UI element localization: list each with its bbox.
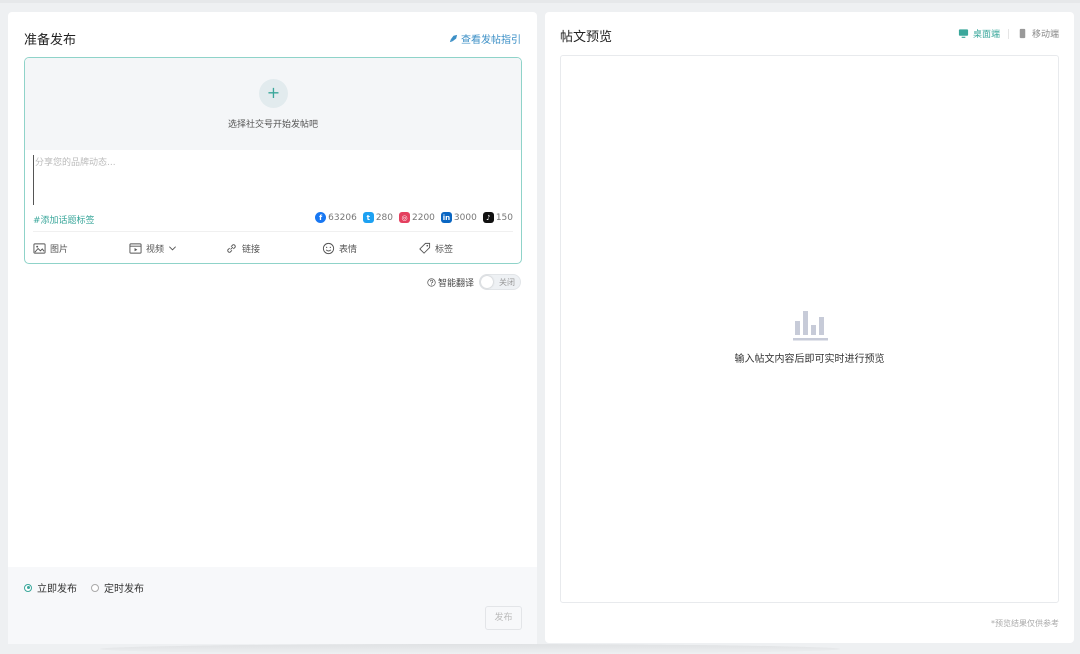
- limit-value: 280: [375, 212, 393, 223]
- smart-translate-toggle[interactable]: 关闭: [479, 274, 521, 290]
- preview-empty-text: 输入帖文内容后即可实时进行预览: [734, 354, 885, 365]
- publish-button[interactable]: 发布: [485, 606, 522, 630]
- help-circle-icon[interactable]: [427, 277, 436, 287]
- link-tool-button[interactable]: 链接: [225, 238, 260, 258]
- toggle-state: 关闭: [499, 278, 515, 287]
- phone-icon: [1019, 28, 1026, 39]
- device-tabs: 桌面端 移动端: [958, 27, 1059, 40]
- composer-toolbar: 图片 视频 链接 表情 标签: [25, 238, 521, 258]
- tag-icon: [419, 242, 431, 254]
- posting-guide-link[interactable]: 查看发帖指引: [449, 31, 521, 46]
- link-icon: [227, 243, 236, 253]
- limit-linkedin: in 3000: [440, 212, 477, 223]
- radio-indicator: [24, 583, 32, 592]
- tab-separator: [1007, 28, 1009, 39]
- tag-tool-button[interactable]: 标签: [418, 238, 453, 258]
- post-content-input[interactable]: [33, 155, 513, 205]
- tab-mobile[interactable]: 移动端: [1017, 27, 1059, 40]
- limit-facebook: f 63206: [315, 212, 357, 223]
- composer: + 选择社交号开始发帖吧 #添加话题标签 f 63206 t 280 ◎ 220…: [24, 57, 522, 264]
- limit-value: 3000: [453, 212, 477, 223]
- twitter-icon: t: [362, 212, 374, 223]
- limit-twitter: t 280: [362, 212, 393, 223]
- image-icon: [33, 242, 46, 254]
- publish-now-radio[interactable]: 立即发布: [24, 580, 77, 595]
- publish-footer: 立即发布 定时发布 发布: [8, 567, 537, 644]
- preview-canvas: 输入帖文内容后即可实时进行预览: [560, 55, 1059, 603]
- limit-value: 2200: [412, 212, 435, 223]
- link-tool-label: 链接: [242, 244, 261, 255]
- compose-title: 准备发布: [24, 33, 77, 48]
- chevron-down-icon: [169, 245, 176, 250]
- instagram-icon: ◎: [399, 212, 410, 223]
- image-tool-label: 图片: [50, 244, 69, 255]
- monitor-icon: [958, 29, 969, 38]
- tab-desktop-label: 桌面端: [972, 30, 1000, 40]
- image-tool-button[interactable]: 图片: [33, 238, 68, 258]
- rocket-icon: [449, 34, 458, 43]
- posting-guide-label: 查看发帖指引: [461, 35, 521, 46]
- facebook-icon: f: [315, 212, 327, 223]
- limit-tiktok: ♪ 150: [482, 212, 513, 223]
- tab-desktop[interactable]: 桌面端: [958, 27, 1000, 40]
- add-hashtag-link[interactable]: #添加话题标签: [33, 213, 95, 226]
- publish-now-label: 立即发布: [37, 584, 77, 595]
- video-icon: [129, 242, 142, 254]
- emoji-tool-button[interactable]: 表情: [322, 238, 357, 258]
- tag-tool-label: 标签: [435, 244, 454, 255]
- linkedin-icon: in: [440, 212, 452, 223]
- character-limits: f 63206 t 280 ◎ 2200 in 3000 ♪ 150: [315, 212, 513, 223]
- bar-chart-icon: [793, 311, 828, 341]
- add-account-button[interactable]: +: [259, 79, 288, 108]
- smile-icon: [322, 242, 335, 254]
- bottom-shadow: [100, 644, 840, 654]
- limit-instagram: ◎ 2200: [399, 212, 435, 223]
- tab-mobile-label: 移动端: [1031, 30, 1059, 40]
- tiktok-icon: ♪: [482, 212, 494, 223]
- preview-note: *预览结果仅供参考: [991, 619, 1059, 628]
- smart-translate: 智能翻译 关闭: [427, 274, 521, 290]
- toggle-knob: [481, 276, 493, 288]
- smart-translate-label: 智能翻译: [437, 278, 474, 289]
- publish-scheduled-label: 定时发布: [104, 584, 144, 595]
- top-strip: [0, 0, 1080, 3]
- account-hint: 选择社交号开始发帖吧: [227, 120, 318, 130]
- publish-scheduled-radio[interactable]: 定时发布: [91, 580, 144, 595]
- video-tool-button[interactable]: 视频: [129, 238, 177, 258]
- preview-title: 帖文预览: [560, 30, 613, 45]
- toolbar-divider: [33, 231, 513, 232]
- limit-value: 150: [495, 212, 513, 223]
- preview-panel: 帖文预览 桌面端 移动端 输入帖文内容后即可实时进行预览 *预览结果仅供参考: [545, 12, 1074, 643]
- compose-panel: 准备发布 查看发帖指引 + 选择社交号开始发帖吧 #添加话题标签 f 63206…: [8, 12, 537, 567]
- smart-translate-label-group: 智能翻译: [427, 276, 474, 289]
- radio-indicator: [91, 583, 99, 592]
- account-selector: + 选择社交号开始发帖吧: [25, 58, 521, 150]
- limit-value: 63206: [328, 212, 357, 223]
- video-tool-label: 视频: [146, 244, 165, 255]
- publish-mode-group: 立即发布 定时发布: [24, 580, 144, 595]
- emoji-tool-label: 表情: [339, 244, 358, 255]
